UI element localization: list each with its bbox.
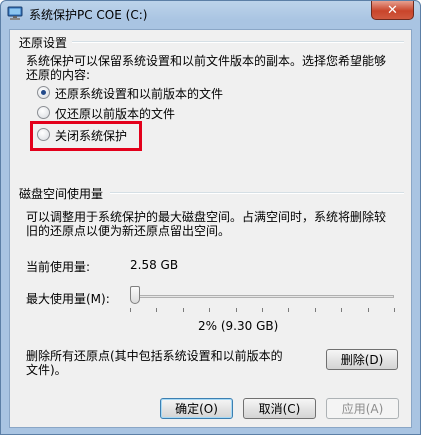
slider-tick [288,308,290,312]
slider-tick [130,308,131,312]
slider-tick [394,308,395,312]
red-highlight-annotation [30,121,142,151]
radio-restore-settings-and-files[interactable]: 还原系统设置和以前版本的文件 [37,85,257,101]
restore-description-line2: 还原的内容: [26,68,91,82]
restore-settings-group-title: 还原设置 [19,36,68,50]
max-usage-text: 2% (9.30 GB) [198,319,279,333]
slider-tick [314,308,316,312]
close-icon: ✕ [387,2,398,18]
close-button[interactable]: ✕ [371,1,414,20]
radio-checked-indicator[interactable] [37,86,50,99]
disk-description-line2: 旧的还原点以便为新还原点留出空间。 [26,224,231,238]
dialog-content: 还原设置 系统保护可以保留系统设置和以前文件版本的副本。选择您希望能够 还原的内… [9,29,412,428]
slider-tick [156,308,158,312]
system-protection-dialog: 系统保护PC COE (C:) ✕ 还原设置 系统保护可以保留系统设置和以前文件… [0,0,421,435]
current-usage-value: 2.58 GB [130,258,179,272]
delete-description-line2: 文件)。 [26,363,67,377]
slider-tick [367,308,369,312]
ok-button[interactable]: 确定(O) [160,398,233,419]
group-divider [72,41,404,43]
current-usage-label: 当前使用量: [26,260,91,274]
title-bar[interactable]: 系统保护PC COE (C:) ✕ [1,1,420,27]
group-divider [110,192,404,194]
max-usage-label: 最大使用量(M): [26,292,110,306]
slider-tick [209,308,211,312]
slider-tick [235,308,237,312]
apply-button[interactable]: 应用(A) [326,398,399,419]
computer-icon [7,6,23,20]
radio-restore-files-only[interactable]: 仅还原以前版本的文件 [37,105,257,121]
radio-label: 仅还原以前版本的文件 [55,107,176,121]
cancel-button[interactable]: 取消(C) [243,398,316,419]
slider-tick [341,308,343,312]
window-title: 系统保护PC COE (C:) [29,8,148,22]
max-usage-slider-track[interactable] [130,295,394,298]
max-usage-slider-thumb[interactable] [130,286,141,304]
slider-tick [262,308,263,312]
radio-unchecked-indicator[interactable] [37,106,50,119]
delete-restore-points-button[interactable]: 删除(D) [326,349,398,370]
slider-tick [182,308,184,312]
radio-label: 还原系统设置和以前版本的文件 [55,87,224,101]
disk-space-group-title: 磁盘空间使用量 [19,187,104,201]
